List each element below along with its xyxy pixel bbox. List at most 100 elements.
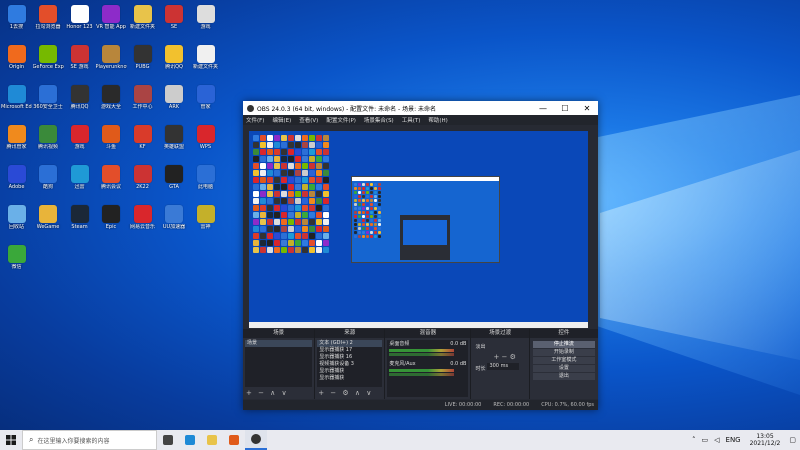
source-item[interactable]: 显示器捕获 17 [317,347,382,354]
desktop-icon[interactable]: VR 智能 App [96,3,127,43]
desktop-icon[interactable]: UU加速器 [159,203,190,243]
taskbar-app[interactable] [179,430,201,450]
desktop-icon[interactable]: 此电脑 [190,163,221,203]
notification-icon[interactable]: ▢ [789,436,796,444]
desktop-icon[interactable]: 微信 [1,243,32,283]
desktop-icon[interactable]: 腾讯QQ [64,83,95,123]
preview-icon [309,233,315,239]
desktop-icon[interactable]: 网易云音乐 [127,203,158,243]
desktop-icon[interactable]: 1去搜 [1,3,32,43]
desktop-icon[interactable]: SE 游戏 [64,43,95,83]
desktop-icon[interactable]: Adobe [1,163,32,203]
duration-input[interactable]: 300 ms [487,363,520,370]
desktop-icon[interactable]: 工作中心 [127,83,158,123]
desktop-icon[interactable]: 拉勾浏览器 [33,3,64,43]
desktop-icon[interactable]: 新建文件夹 [190,43,221,83]
desktop-icon[interactable]: GTA [159,163,190,203]
desktop-icon[interactable]: 游戏 [190,3,221,43]
control-button[interactable]: 开始录制 [532,349,595,356]
sources-list[interactable]: 文本 (GDI+) 2 显示器捕获 17 显示器捕获 16 视频捕获设备 3 显示器捕获… [317,340,383,387]
desktop-icon[interactable]: 游戏 [64,123,95,163]
scenes-list[interactable]: 场景 [245,340,313,387]
desktop-icon[interactable]: Steam [64,203,95,243]
preview-canvas[interactable] [249,131,588,322]
mixer-channels[interactable]: 桌面音频 0.0 dB 麦克风/Aux 0.0 dB [387,340,469,397]
menu-item[interactable]: 配置文件(P) [326,116,356,124]
desktop-icon[interactable]: 迅雷 [64,163,95,203]
chevron-up-icon[interactable]: ˄ [692,436,696,444]
desktop-icon[interactable]: WPS [190,123,221,163]
volume-icon[interactable]: ◁ [714,436,719,444]
mixer-channel[interactable]: 桌面音频 0.0 dB [387,340,468,360]
source-item[interactable]: 视频捕获设备 3 [317,361,382,368]
desktop-icon[interactable]: 斗鱼 [96,123,127,163]
volume-slider[interactable] [389,353,455,356]
mixer-channel[interactable]: 麦克风/Aux 0.0 dB [387,360,468,380]
menu-item[interactable]: 工具(T) [402,116,421,124]
desktop-icon[interactable]: Epic [96,203,127,243]
preview-icon [274,184,280,190]
desktop-icon[interactable]: WeGame [33,203,64,243]
start-button[interactable] [0,430,22,450]
desktop-icon[interactable]: Honor 123 [64,3,95,43]
obs-titlebar[interactable]: OBS 24.0.3 (64 bit, windows) - 配置文件: 未命名… [243,101,598,115]
taskbar-app[interactable] [223,430,245,450]
taskbar-app[interactable] [157,430,179,450]
menu-item[interactable]: 场景集合(S) [364,116,394,124]
menu-item[interactable]: 文件(F) [246,116,264,124]
minimize-button[interactable]: — [532,101,554,115]
source-item[interactable]: 显示器捕获 [317,375,382,382]
sources-toolbar[interactable]: + − ⚙ ∧ ∨ [318,389,373,397]
source-item[interactable]: 显示器捕获 16 [317,354,382,361]
desktop-icon[interactable]: 腾讯会议 [96,163,127,203]
preview-border [249,322,588,328]
desktop-icon[interactable]: 酷狗 [33,163,64,203]
desktop-icon[interactable]: 回收站 [1,203,32,243]
app-icon [7,5,26,23]
source-item[interactable]: 显示器捕获 [317,368,382,375]
maximize-button[interactable]: ☐ [554,101,576,115]
taskbar-app[interactable] [201,430,223,450]
menu-item[interactable]: 查看(V) [299,116,318,124]
taskbar-search[interactable]: ⌕ 在这里输入你要搜索的内容 [22,430,157,450]
desktop-icon[interactable]: Microsoft Edge [1,83,32,123]
desktop-icon[interactable]: 雷神 [190,203,221,243]
taskbar-app[interactable] [245,430,267,450]
scene-item[interactable]: 场景 [245,340,313,347]
menu-item[interactable]: 帮助(H) [428,116,447,124]
desktop-icon[interactable]: KF [127,123,158,163]
preview-icon [302,156,308,162]
network-icon[interactable]: ▭ [702,436,709,444]
desktop-icon[interactable]: 英雄联盟 [159,123,190,163]
app-icon [102,165,120,183]
desktop-icon[interactable]: 360安全卫士 [33,83,64,123]
desktop-icon[interactable]: ARK [159,83,190,123]
desktop-icon[interactable]: 管家 [190,83,221,123]
transition-add-remove[interactable]: + − ⚙ [493,353,515,361]
transition-type[interactable]: 淡出 [475,343,485,350]
volume-slider[interactable] [389,373,455,376]
control-button[interactable]: 停止推流 [532,341,595,348]
windows-logo-icon [6,435,16,445]
obs-window[interactable]: OBS 24.0.3 (64 bit, windows) - 配置文件: 未命名… [243,101,598,410]
control-button[interactable]: 设置 [532,365,595,372]
desktop-icon[interactable]: Playerunknown [96,43,127,83]
desktop-icon[interactable]: 游戏大全 [96,83,127,123]
desktop-icon[interactable]: 2K22 [127,163,158,203]
control-button[interactable]: 退出 [532,373,595,380]
desktop-icon[interactable]: 腾讯QQ [159,43,190,83]
source-item[interactable]: 文本 (GDI+) 2 [317,340,383,347]
close-button[interactable]: ✕ [576,101,598,115]
clock[interactable]: 13:05 2021/12/2 [750,433,781,447]
scenes-toolbar[interactable]: + − ∧ ∨ [246,389,289,397]
desktop-icon[interactable]: SE [159,3,190,43]
desktop-icon[interactable]: 腾讯管家 [1,123,32,163]
desktop-icon[interactable]: 新建文件夹 [127,3,158,43]
desktop-icon[interactable]: Origin [1,43,32,83]
control-button[interactable]: 工作室模式 [532,357,595,364]
input-language[interactable]: ENG [726,436,741,444]
desktop-icon[interactable]: GeForce Experience [33,43,64,83]
desktop-icon[interactable]: PUBG [127,43,158,83]
desktop-icon[interactable]: 腾讯视频 [33,123,64,163]
menu-item[interactable]: 编辑(E) [272,116,291,124]
